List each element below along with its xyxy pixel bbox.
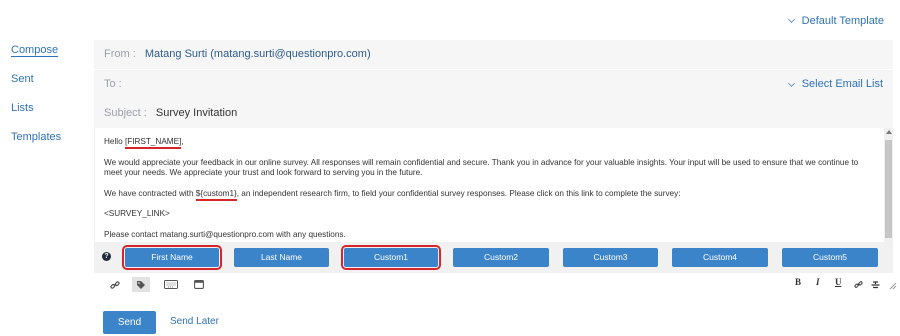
italic-button[interactable]: I <box>816 277 820 287</box>
template-picker[interactable]: Default Template <box>787 15 884 27</box>
scroll-up-arrow-icon[interactable] <box>886 130 892 134</box>
from-label: From : <box>104 48 136 60</box>
underline-button[interactable]: U <box>835 277 842 287</box>
contact-line: Please contact matang.surti@questionpro.… <box>104 229 346 239</box>
custom3-button[interactable]: Custom3 <box>563 248 658 267</box>
greeting-line: Hello [FIRST_NAME], <box>104 137 875 149</box>
message-body[interactable]: Hello [FIRST_NAME], We would appreciate … <box>95 128 893 240</box>
chevron-down-icon <box>787 79 795 87</box>
message-editor[interactable]: Hello [FIRST_NAME], We would appreciate … <box>94 128 893 242</box>
editor-scrollbar[interactable] <box>884 128 893 242</box>
select-email-list-label: Select Email List <box>801 78 883 90</box>
custom1-button[interactable]: Custom1 <box>341 245 441 270</box>
first-name-token: [FIRST_NAME] <box>124 137 182 149</box>
custom4-button[interactable]: Custom4 <box>672 248 768 267</box>
last-name-button[interactable]: Last Name <box>234 248 329 267</box>
template-picker-label: Default Template <box>801 15 884 27</box>
paragraph-2-suffix: , an independent research firm, to field… <box>236 188 681 198</box>
sidebar-item-templates[interactable]: Templates <box>11 130 81 159</box>
to-row[interactable]: To : Select Email List <box>94 70 893 99</box>
strikethrough-icon[interactable] <box>866 277 884 292</box>
help-icon[interactable]: ? <box>102 252 111 261</box>
sidebar-item-sent[interactable]: Sent <box>11 72 81 101</box>
paragraph-2: We have contracted with ${custom1}, an i… <box>104 188 875 201</box>
custom5-button[interactable]: Custom5 <box>782 248 878 267</box>
keyboard-icon[interactable] <box>160 277 182 292</box>
greeting-prefix: Hello <box>104 137 125 146</box>
first-name-button[interactable]: First Name <box>122 245 222 270</box>
send-button[interactable]: Send <box>103 311 156 334</box>
sidebar-item-compose[interactable]: Compose <box>11 43 81 72</box>
greeting-suffix: , <box>181 137 184 146</box>
select-email-list[interactable]: Select Email List <box>787 70 883 99</box>
to-label: To : <box>104 78 122 90</box>
chevron-down-icon <box>787 15 795 24</box>
editor-toolbar: B I U <box>94 273 899 295</box>
bold-button[interactable]: B <box>795 277 801 287</box>
paragraph-2-prefix: We have contracted with <box>104 188 196 198</box>
scroll-thumb[interactable] <box>885 140 892 238</box>
merge-field-bar: ? First Name Last Name Custom1 Custom2 C… <box>94 242 893 273</box>
from-row: From : Matang Surti (matang.surti@questi… <box>94 40 893 69</box>
send-later-link[interactable]: Send Later <box>170 316 219 327</box>
insert-link-icon[interactable] <box>849 277 867 292</box>
subject-label: Subject : <box>104 107 147 119</box>
paragraph-1: We would appreciate your feedback in our… <box>104 157 859 178</box>
resize-grip-icon[interactable] <box>887 279 897 290</box>
link-icon[interactable] <box>106 277 124 292</box>
window-icon[interactable] <box>190 277 208 292</box>
sidebar: Compose Sent Lists Templates <box>11 43 81 159</box>
tag-icon[interactable] <box>132 277 150 292</box>
custom-token: ${custom1} <box>195 188 237 201</box>
from-value[interactable]: Matang Surti (matang.surti@questionpro.c… <box>145 48 371 60</box>
custom2-button[interactable]: Custom2 <box>453 248 549 267</box>
sidebar-item-lists[interactable]: Lists <box>11 101 81 130</box>
subject-input[interactable]: Survey Invitation <box>156 107 237 119</box>
survey-link-placeholder: <SURVEY_LINK> <box>104 209 170 218</box>
subject-row[interactable]: Subject : Survey Invitation <box>94 99 893 128</box>
